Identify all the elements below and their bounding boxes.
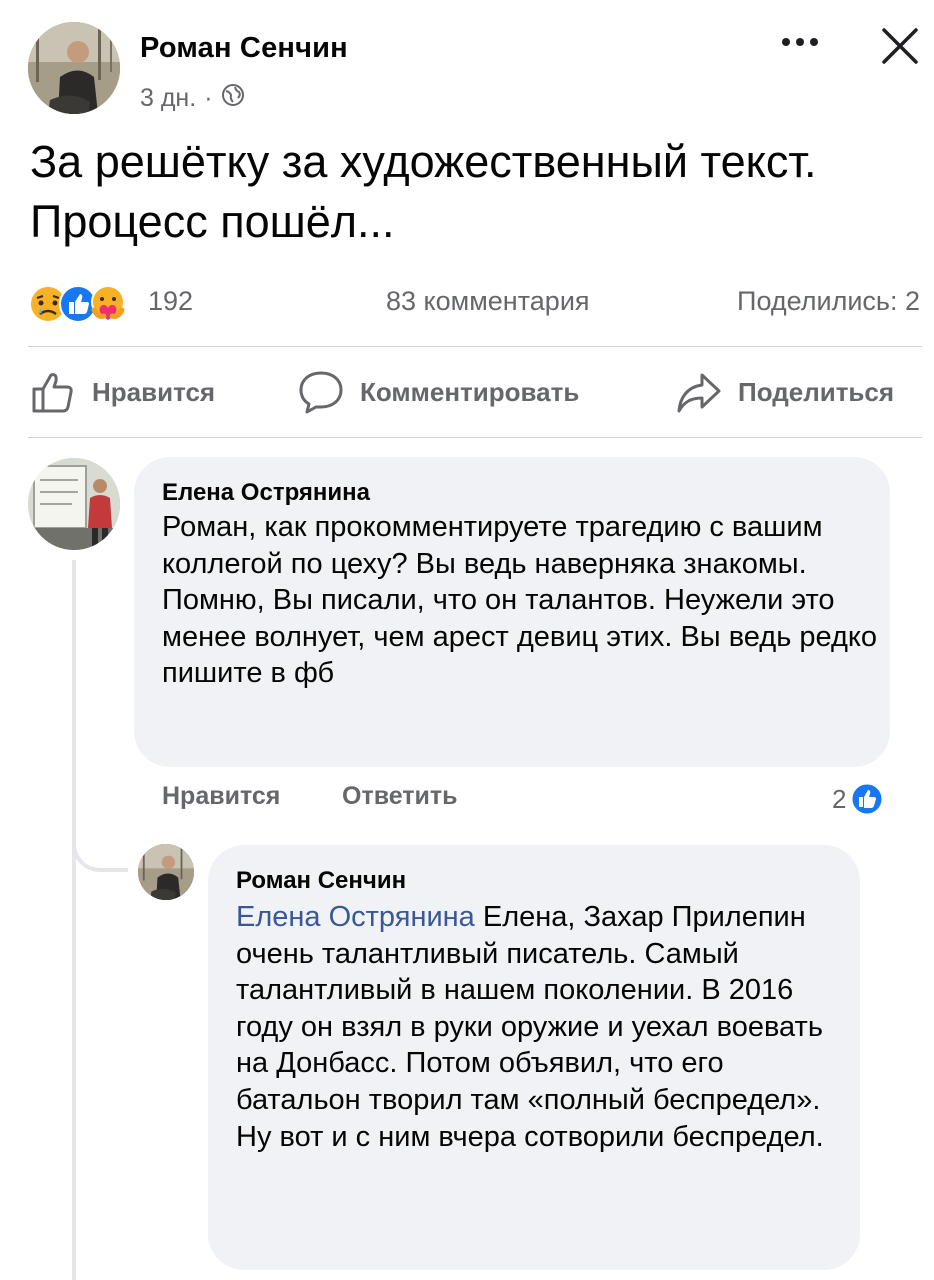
comments-count[interactable]: 83 комментария: [386, 286, 590, 317]
author-avatar[interactable]: [28, 22, 120, 114]
share-button-label: Поделиться: [738, 376, 895, 407]
divider: [28, 437, 922, 438]
meta-separator: ·: [204, 84, 213, 112]
post-header: Роман Сенчин 3 дн. ·: [0, 0, 934, 130]
close-icon: [882, 28, 918, 64]
thread-line: [72, 560, 76, 1280]
reply-author-name[interactable]: Роман Сенчин: [236, 867, 406, 895]
comment-like-button[interactable]: Нравится: [162, 782, 280, 811]
reactions-summary: 192 83 комментария Поделились: 2: [0, 278, 934, 332]
comment-like-count[interactable]: 2: [832, 782, 884, 816]
share-icon: [677, 373, 721, 413]
reply-author-avatar[interactable]: [138, 844, 194, 900]
reaction-count[interactable]: 192: [148, 286, 193, 317]
post-text: За решётку за художественный текст. Проц…: [30, 136, 817, 247]
mention-link[interactable]: Елена Острянина: [236, 901, 475, 933]
comment-actions: Нравится Ответить 2: [162, 782, 902, 818]
comment-author-name[interactable]: Елена Острянина: [162, 479, 370, 507]
shares-count[interactable]: Поделились: 2: [737, 286, 920, 317]
share-button[interactable]: Поделиться: [676, 352, 894, 432]
post-action-bar: Нравится Комментировать Поделиться: [0, 352, 934, 432]
reply-text: Елена Острянина Елена, Захар Прилепин оч…: [236, 899, 846, 1155]
like-reaction-icon: [850, 782, 884, 816]
care-reaction-icon: [91, 285, 125, 320]
globe-icon: [221, 83, 245, 114]
comment-bubble: Елена Острянина Роман, как прокомментиру…: [134, 457, 890, 767]
comment-text: Роман, как прокомментируете трагедию с в…: [162, 511, 878, 689]
like-button-label: Нравится: [92, 376, 216, 407]
more-options-button[interactable]: [776, 22, 824, 62]
post-meta: 3 дн. ·: [140, 83, 245, 114]
thread-connector: [72, 810, 128, 872]
comment-like-count-value: 2: [832, 783, 847, 814]
comment-icon: [299, 371, 343, 414]
thumbs-up-icon: [32, 373, 73, 413]
reply-body: Елена, Захар Прилепин очень талантливый …: [236, 901, 824, 1153]
post-author-name[interactable]: Роман Сенчин: [140, 32, 348, 65]
more-horizontal-icon: [782, 38, 818, 46]
reply-bubble: Роман Сенчин Елена Острянина Елена, Заха…: [208, 845, 860, 1270]
reaction-icons[interactable]: [28, 284, 138, 324]
like-button[interactable]: Нравится: [30, 352, 215, 432]
comment-button-label: Комментировать: [360, 376, 580, 407]
divider: [28, 346, 922, 347]
comment-reply-button[interactable]: Ответить: [342, 782, 458, 811]
comment-button[interactable]: Комментировать: [298, 352, 579, 432]
close-button[interactable]: [876, 22, 924, 70]
post-time[interactable]: 3 дн.: [140, 84, 196, 113]
commenter-avatar[interactable]: [28, 458, 120, 550]
